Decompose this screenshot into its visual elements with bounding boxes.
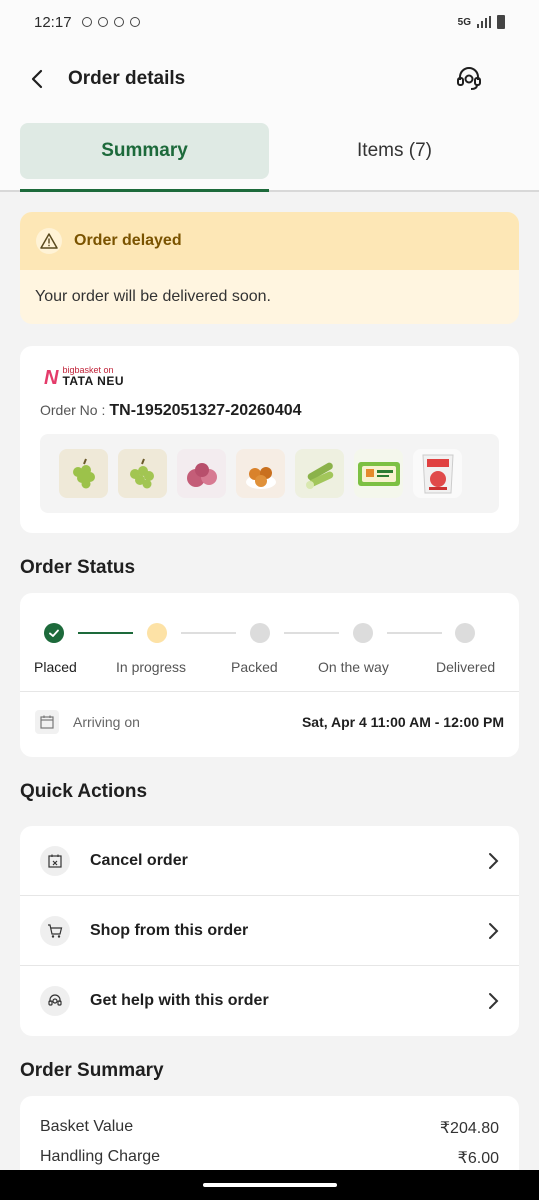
grapes-icon [118, 449, 167, 498]
check-icon [49, 629, 59, 637]
step-line [78, 632, 133, 634]
step-label-delivered: Delivered [436, 659, 496, 675]
calendar-cancel-icon [40, 846, 70, 876]
shop-from-order-button[interactable]: Shop from this order [20, 896, 519, 966]
brand-logo: N bigbasket on TATA NEU [44, 366, 124, 389]
network-label: 5G [457, 16, 471, 28]
quick-actions-card: Cancel order Shop from this order Get he… [20, 826, 519, 1036]
step-line [284, 632, 339, 634]
step-label-packed: Packed [231, 659, 278, 675]
status-bar: 12:17 5G [0, 0, 539, 44]
step-on-the-way-dot [353, 623, 373, 643]
arriving-row: Arriving on Sat, Apr 4 11:00 AM - 12:00 … [20, 691, 519, 753]
order-number-value: TN-1952051327-20260404 [109, 402, 302, 419]
battery-icon [497, 15, 505, 29]
basket-value-label: Basket Value [40, 1118, 134, 1135]
shop-from-order-label: Shop from this order [90, 922, 249, 939]
get-help-label: Get help with this order [90, 992, 269, 1009]
handling-charge-row: Handling Charge ₹6.00 [40, 1148, 499, 1168]
system-nav-bar [0, 1170, 539, 1200]
step-label-placed: Placed [34, 659, 77, 675]
step-delivered-dot [455, 623, 475, 643]
step-label-in-progress: In progress [116, 659, 187, 675]
step-line [181, 632, 236, 634]
order-number-label: Order No : [40, 402, 106, 418]
order-item-thumbnails[interactable] [40, 434, 499, 513]
status-stepper [20, 621, 519, 645]
step-packed-dot [250, 623, 270, 643]
chevron-right-icon [489, 923, 499, 939]
arriving-value: Sat, Apr 4 11:00 AM - 12:00 PM [301, 714, 504, 730]
chevron-right-icon [489, 853, 499, 869]
order-number: Order No : TN-1952051327-20260404 [40, 402, 302, 420]
cancel-order-label: Cancel order [90, 852, 188, 869]
status-right: 5G [458, 15, 505, 29]
facebook-icon [129, 17, 140, 27]
facebook-icon [113, 17, 124, 27]
cucumber-icon [295, 449, 344, 498]
sweet-icon [236, 449, 285, 498]
basket-value-row: Basket Value ₹204.80 [40, 1118, 499, 1138]
back-arrow-icon [31, 69, 43, 89]
app-header: Order details [0, 44, 539, 114]
order-status-title: Order Status [20, 557, 136, 578]
chevron-right-icon [489, 993, 499, 1009]
handling-charge-amount: ₹6.00 [457, 1150, 499, 1167]
headset-icon [457, 67, 481, 90]
calendar-icon [35, 710, 59, 734]
grapes-icon [59, 449, 108, 498]
chat-icon [97, 17, 108, 27]
arriving-label: Arriving on [73, 714, 140, 730]
delay-message: Your order will be delivered soon. [35, 288, 271, 305]
headset-icon [40, 986, 70, 1016]
warning-icon [36, 228, 62, 254]
neu-logo-icon: N [44, 367, 59, 389]
delay-title: Order delayed [74, 232, 182, 249]
quick-actions-title: Quick Actions [20, 781, 148, 802]
order-status-card: Placed In progress Packed On the way Del… [20, 593, 519, 757]
order-card: N bigbasket on TATA NEU Order No : TN-195… [20, 346, 519, 533]
step-label-on-the-way: On the way [318, 659, 389, 675]
delay-banner: Order delayed Your order will be deliver… [20, 212, 519, 324]
whatsapp-icon [81, 17, 92, 27]
page-title: Order details [68, 68, 186, 89]
tab-items[interactable]: Items (7) [270, 123, 519, 179]
cancel-order-button[interactable]: Cancel order [20, 826, 519, 896]
notification-icons [81, 17, 140, 27]
step-line [387, 632, 442, 634]
step-placed-dot [44, 623, 64, 643]
delay-banner-header: Order delayed [20, 212, 519, 270]
cart-icon [40, 916, 70, 946]
paneer-pack-icon [354, 449, 403, 498]
signal-icon [477, 16, 491, 28]
get-help-button[interactable]: Get help with this order [20, 966, 519, 1036]
step-in-progress-dot [147, 623, 167, 643]
basket-value-amount: ₹204.80 [439, 1120, 499, 1137]
home-gesture-handle[interactable] [202, 1183, 337, 1187]
back-button[interactable] [18, 59, 58, 99]
tab-summary[interactable]: Summary [20, 123, 269, 179]
onion-icon [177, 449, 226, 498]
pack-icon [413, 449, 462, 498]
active-tab-indicator [20, 189, 269, 192]
support-button[interactable] [449, 59, 489, 99]
brand-bottom-text: TATA NEU [62, 374, 124, 388]
order-tabs: Summary Items (7) [0, 114, 539, 192]
handling-charge-label: Handling Charge [40, 1148, 161, 1165]
order-summary-title: Order Summary [20, 1060, 164, 1081]
status-time: 12:17 [34, 13, 72, 31]
